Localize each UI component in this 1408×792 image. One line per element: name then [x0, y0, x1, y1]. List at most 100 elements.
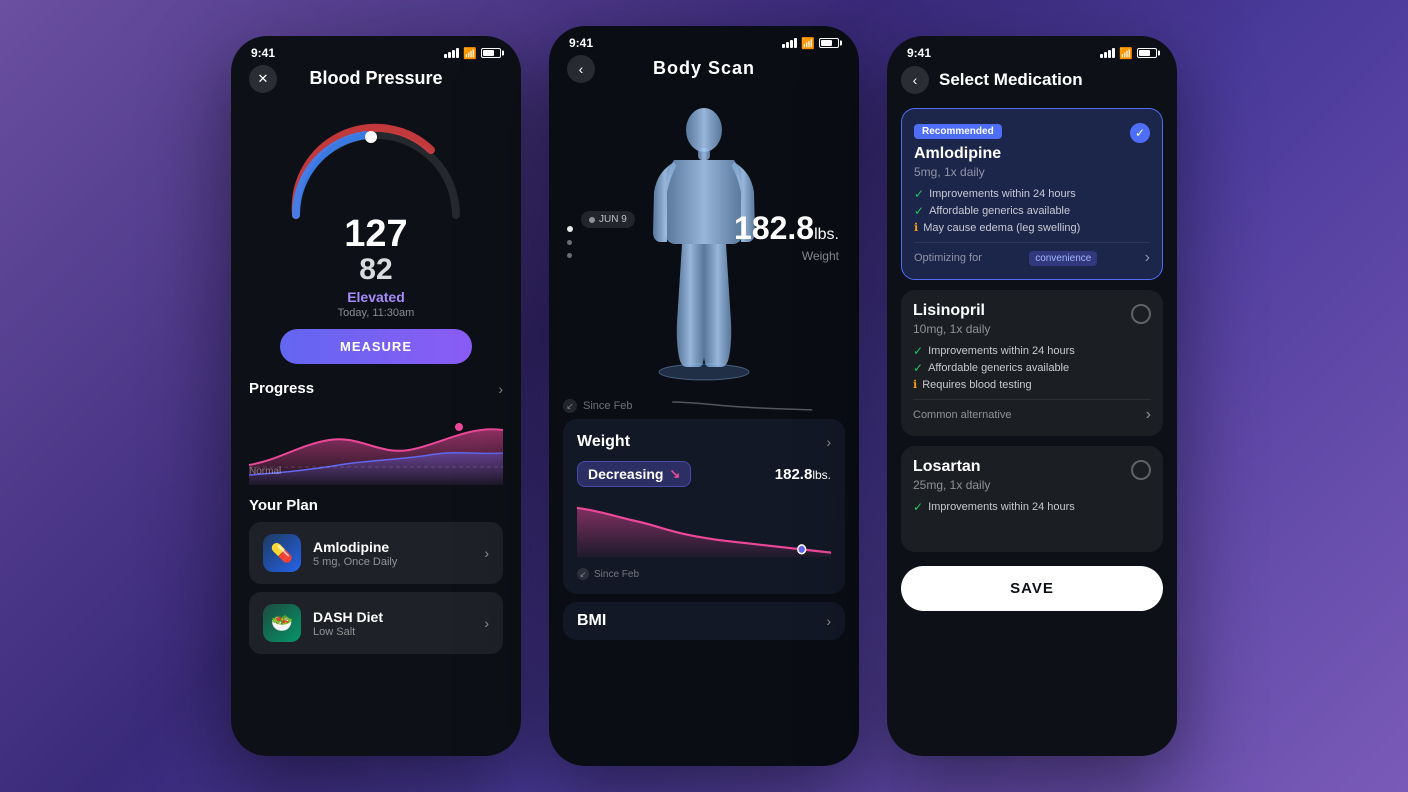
back-button-2[interactable]: ‹	[567, 55, 595, 83]
status-icons-2: 📶	[782, 37, 839, 50]
feature-3: ℹ May cause edema (leg swelling)	[914, 221, 1150, 234]
plan-section: Your Plan 💊 Amlodipine 5 mg, Once Daily …	[249, 497, 503, 654]
progress-header: Progress ›	[249, 380, 503, 397]
date-label: JUN 9	[599, 214, 627, 225]
feature-2: ✓ Affordable generics available	[914, 204, 1150, 218]
signal-icon-3	[1100, 48, 1115, 58]
weight-metric-card: Weight › Decreasing ↘ 182.8lbs.	[563, 419, 845, 594]
gauge-chart	[276, 105, 476, 225]
bp-time: Today, 11:30am	[338, 307, 415, 319]
signal-icon-2	[782, 38, 797, 48]
radio-losartan[interactable]	[1131, 460, 1151, 480]
amlodipine-icon: 💊	[263, 534, 301, 572]
losartan-name: Losartan	[913, 458, 1151, 476]
weight-title: Weight	[577, 433, 630, 451]
dash-desc: Low Salt	[313, 626, 472, 638]
since-feb-chart	[639, 397, 845, 415]
lisinopril-footer: Common alternative ›	[913, 399, 1151, 424]
progress-chart-svg	[249, 405, 503, 485]
plan-title: Your Plan	[249, 497, 318, 514]
lisinopril-features: ✓ Improvements within 24 hours ✓ Afforda…	[913, 344, 1151, 391]
feature-1: ✓ Improvements within 24 hours	[914, 187, 1150, 201]
losartan-f1: ✓ Improvements within 24 hours	[913, 500, 1151, 514]
progress-chevron[interactable]: ›	[498, 381, 503, 397]
gauge-container: 127 82 Elevated Today, 11:30am MEASURE	[249, 105, 503, 364]
amlodipine-features: ✓ Improvements within 24 hours ✓ Afforda…	[914, 187, 1150, 234]
radio-amlodipine[interactable]: ✓	[1130, 123, 1150, 143]
amlodipine-dosage: 5mg, 1x daily	[914, 165, 1150, 179]
progress-title: Progress	[249, 380, 314, 397]
status-time-1: 9:41	[251, 46, 275, 60]
bmi-chevron[interactable]: ›	[826, 613, 831, 629]
optimize-label: Optimizing for	[914, 252, 982, 264]
diastolic-value: 82	[338, 253, 415, 287]
amlodipine-info: Amlodipine 5 mg, Once Daily	[313, 539, 472, 568]
progress-chart: Normal	[249, 405, 503, 485]
dash-info: DASH Diet Low Salt	[313, 609, 472, 638]
scan-bottom: Weight › Decreasing ↘ 182.8lbs.	[549, 419, 859, 640]
convenience-tag: convenience	[1029, 251, 1097, 266]
losartan-dosage: 25mg, 1x daily	[913, 478, 1151, 492]
weight-display: 182.8lbs. Weight	[734, 210, 839, 263]
weight-value: 182.8lbs.	[734, 210, 839, 247]
battery-icon-2	[819, 38, 839, 48]
status-bar-1: 9:41 📶	[231, 36, 521, 64]
lisinopril-dosage: 10mg, 1x daily	[913, 322, 1151, 336]
back-button-3[interactable]: ‹	[901, 66, 929, 94]
med-card-amlodipine[interactable]: Recommended ✓ Amlodipine 5mg, 1x daily ✓…	[901, 108, 1163, 280]
nav-dots	[567, 226, 573, 258]
wifi-icon-1: 📶	[463, 47, 477, 60]
signal-icon-1	[444, 48, 459, 58]
measure-button[interactable]: MEASURE	[280, 329, 472, 364]
weight-status-row: Decreasing ↘ 182.8lbs.	[577, 461, 831, 487]
lisinopril-f3: ℹ Requires blood testing	[913, 378, 1151, 391]
page-title-1: Blood Pressure	[309, 68, 442, 89]
phone3-header: ‹ Select Medication	[901, 64, 1163, 94]
status-icons-1: 📶	[444, 47, 501, 60]
phone-medication: 9:41 📶 ‹ Select Medication Recommended ✓…	[887, 36, 1177, 756]
weight-card-header: Weight ›	[577, 433, 831, 451]
page-title-2: Body Scan	[653, 58, 755, 79]
weight-since-label: Since Feb	[594, 569, 639, 580]
wifi-icon-2: 📶	[801, 37, 815, 50]
dash-name: DASH Diet	[313, 609, 472, 625]
date-pill: JUN 9	[581, 211, 635, 228]
phone2-header: ‹ Body Scan	[549, 54, 859, 87]
down-arrow-icon: ↘	[669, 466, 680, 482]
med-card-lisinopril[interactable]: Lisinopril 10mg, 1x daily ✓ Improvements…	[901, 290, 1163, 436]
amlodipine-chevron: ›	[484, 545, 489, 561]
amlodipine-footer-chevron: ›	[1145, 249, 1150, 267]
lisinopril-chevron: ›	[1146, 406, 1151, 424]
dash-chevron: ›	[484, 615, 489, 631]
wifi-icon-3: 📶	[1119, 47, 1133, 60]
phone-blood-pressure: 9:41 📶 ✕ Blood Pressure	[231, 36, 521, 756]
recommended-badge: Recommended	[914, 124, 1002, 139]
radio-lisinopril[interactable]	[1131, 304, 1151, 324]
weight-chevron[interactable]: ›	[826, 434, 831, 450]
status-bar-3: 9:41 📶	[887, 36, 1177, 64]
close-button[interactable]: ✕	[249, 65, 277, 93]
save-button[interactable]: SAVE	[901, 566, 1163, 611]
amlodipine-footer: Optimizing for convenience ›	[914, 242, 1150, 267]
status-time-3: 9:41	[907, 46, 931, 60]
phone-body-scan: 9:41 📶 ‹ Body Scan JUN 9	[549, 26, 859, 766]
since-feb-label: Since Feb	[583, 400, 633, 412]
plan-item-amlodipine[interactable]: 💊 Amlodipine 5 mg, Once Daily ›	[249, 522, 503, 584]
since-feb-row: ↙ Since Feb	[549, 397, 859, 415]
amlodipine-name: Amlodipine	[313, 539, 472, 555]
med-card-losartan[interactable]: Losartan 25mg, 1x daily ✓ Improvements w…	[901, 446, 1163, 552]
weight-label: Weight	[734, 249, 839, 263]
battery-icon-3	[1137, 48, 1157, 58]
dash-icon: 🥗	[263, 604, 301, 642]
body-scan-area: JUN 9	[549, 87, 859, 397]
plan-header: Your Plan	[249, 497, 503, 514]
battery-icon-1	[481, 48, 501, 58]
systolic-value: 127	[338, 215, 415, 253]
losartan-features: ✓ Improvements within 24 hours	[913, 500, 1151, 514]
bmi-header: BMI ›	[577, 612, 831, 630]
plan-item-dash[interactable]: 🥗 DASH Diet Low Salt ›	[249, 592, 503, 654]
bp-values: 127 82 Elevated Today, 11:30am	[338, 215, 415, 319]
status-time-2: 9:41	[569, 36, 593, 50]
bmi-card: BMI ›	[563, 602, 845, 640]
page-title-3: Select Medication	[939, 70, 1083, 90]
